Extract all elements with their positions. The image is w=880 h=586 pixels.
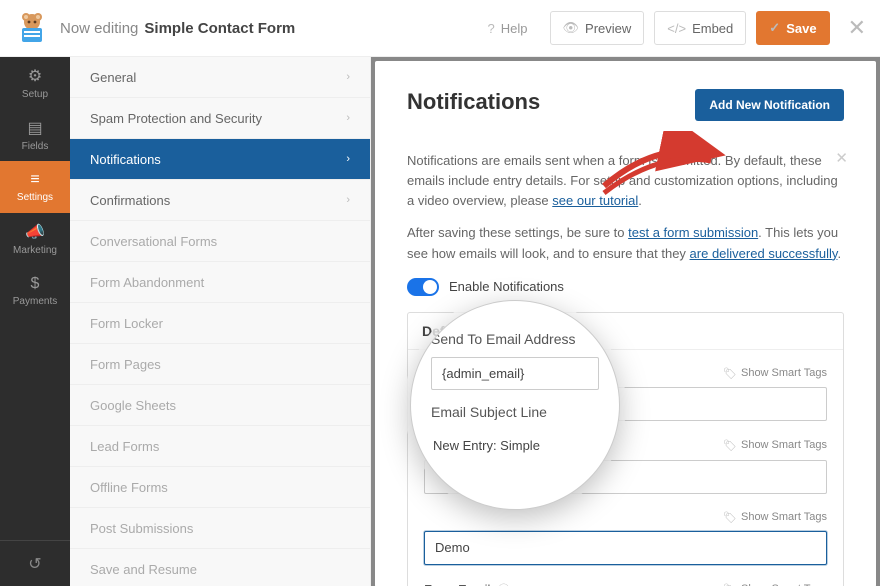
help-icon[interactable]: ⓘ (536, 439, 551, 453)
fields-icon: ▤ (27, 118, 42, 138)
from-name-input[interactable] (424, 460, 827, 494)
submenu-post[interactable]: Post Submissions (70, 508, 370, 549)
panel-title: Notifications (407, 89, 540, 115)
submenu-leads[interactable]: Lead Forms (70, 426, 370, 467)
check-icon: ✓ (769, 20, 780, 36)
preview-button[interactable]: 👁Preview (550, 11, 645, 45)
tag-icon: 🏷 (723, 511, 737, 524)
submenu-confirmations[interactable]: Confirmations› (70, 180, 370, 221)
submenu-pages[interactable]: Form Pages (70, 344, 370, 385)
tag-icon: 🏷 (723, 439, 737, 452)
embed-button[interactable]: </>Embed (654, 11, 746, 45)
submenu-notifications[interactable]: Notifications› (70, 139, 370, 180)
notification-card: Default Notification Send To Email Addre… (407, 312, 844, 586)
chevron-right-icon: › (346, 194, 350, 206)
test-submission-link[interactable]: test a form submission (628, 225, 758, 240)
tag-icon: 🏷 (723, 367, 737, 380)
sliders-icon: ≡ (30, 171, 39, 189)
chevron-right-icon: › (346, 153, 350, 165)
delivery-link[interactable]: are delivered successfully (690, 246, 838, 261)
main-area: Notifications Add New Notification ✕ Not… (371, 57, 880, 586)
card-title: Default Notification (408, 313, 843, 350)
tutorial-link[interactable]: see our tutorial (552, 193, 638, 208)
smart-tags-toggle[interactable]: 🏷Show Smart Tags (723, 511, 827, 524)
send-to-label: Send To Email Address (424, 366, 558, 381)
enable-notifications-toggle[interactable] (407, 278, 439, 296)
nav-fields[interactable]: ▤Fields (0, 109, 70, 161)
form-name: Simple Contact Form (144, 20, 295, 37)
eye-icon: 👁 (563, 20, 580, 36)
close-icon[interactable]: ✕ (848, 15, 866, 41)
submenu-locker[interactable]: Form Locker (70, 303, 370, 344)
submenu-abandonment[interactable]: Form Abandonment (70, 262, 370, 303)
chevron-right-icon: › (346, 112, 350, 124)
submenu-sheets[interactable]: Google Sheets (70, 385, 370, 426)
smart-tags-toggle[interactable]: 🏷Show Smart Tags (723, 367, 827, 380)
settings-submenu: General› Spam Protection and Security› N… (70, 57, 371, 586)
submenu-save-resume[interactable]: Save and Resume (70, 549, 370, 586)
submenu-conversational[interactable]: Conversational Forms (70, 221, 370, 262)
nav-payments[interactable]: $Payments (0, 265, 70, 317)
gear-icon: ⚙ (28, 66, 42, 86)
subject-input[interactable] (424, 531, 827, 565)
nav-marketing[interactable]: 📣Marketing (0, 213, 70, 265)
smart-tags-toggle[interactable]: 🏷Show Smart Tags (723, 439, 827, 452)
megaphone-icon: 📣 (25, 222, 45, 242)
chevron-right-icon: › (346, 71, 350, 83)
submenu-offline[interactable]: Offline Forms (70, 467, 370, 508)
editing-prefix: Now editing (60, 20, 138, 37)
add-new-notification-button[interactable]: Add New Notification (695, 89, 844, 121)
history-icon: ↺ (28, 554, 41, 574)
notifications-panel: Notifications Add New Notification ✕ Not… (375, 61, 876, 586)
from-name-label (424, 510, 428, 525)
left-nav: ⚙Setup ▤Fields ≡Settings 📣Marketing $Pay… (0, 57, 70, 586)
help-button[interactable]: ?Help (476, 11, 540, 45)
form-title: Now editing Simple Contact Form (60, 20, 466, 37)
dollar-icon: $ (31, 275, 40, 293)
subject-label: Email Subject Line (424, 438, 532, 453)
save-button[interactable]: ✓Save (756, 11, 829, 45)
help-icon: ? (488, 21, 495, 36)
wpforms-mascot-icon (14, 10, 50, 46)
code-icon: </> (667, 21, 686, 36)
dismiss-info-icon[interactable]: ✕ (835, 147, 848, 170)
send-to-input[interactable] (424, 387, 827, 421)
from-email-label: From Email (424, 582, 490, 586)
nav-settings[interactable]: ≡Settings (0, 161, 70, 213)
enable-notifications-label: Enable Notifications (449, 279, 564, 294)
nav-setup[interactable]: ⚙Setup (0, 57, 70, 109)
topbar: Now editing Simple Contact Form ?Help 👁P… (0, 0, 880, 57)
submenu-spam[interactable]: Spam Protection and Security› (70, 98, 370, 139)
info-box: ✕ Notifications are emails sent when a f… (407, 151, 844, 264)
submenu-general[interactable]: General› (70, 57, 370, 98)
nav-history[interactable]: ↺ (0, 540, 70, 586)
